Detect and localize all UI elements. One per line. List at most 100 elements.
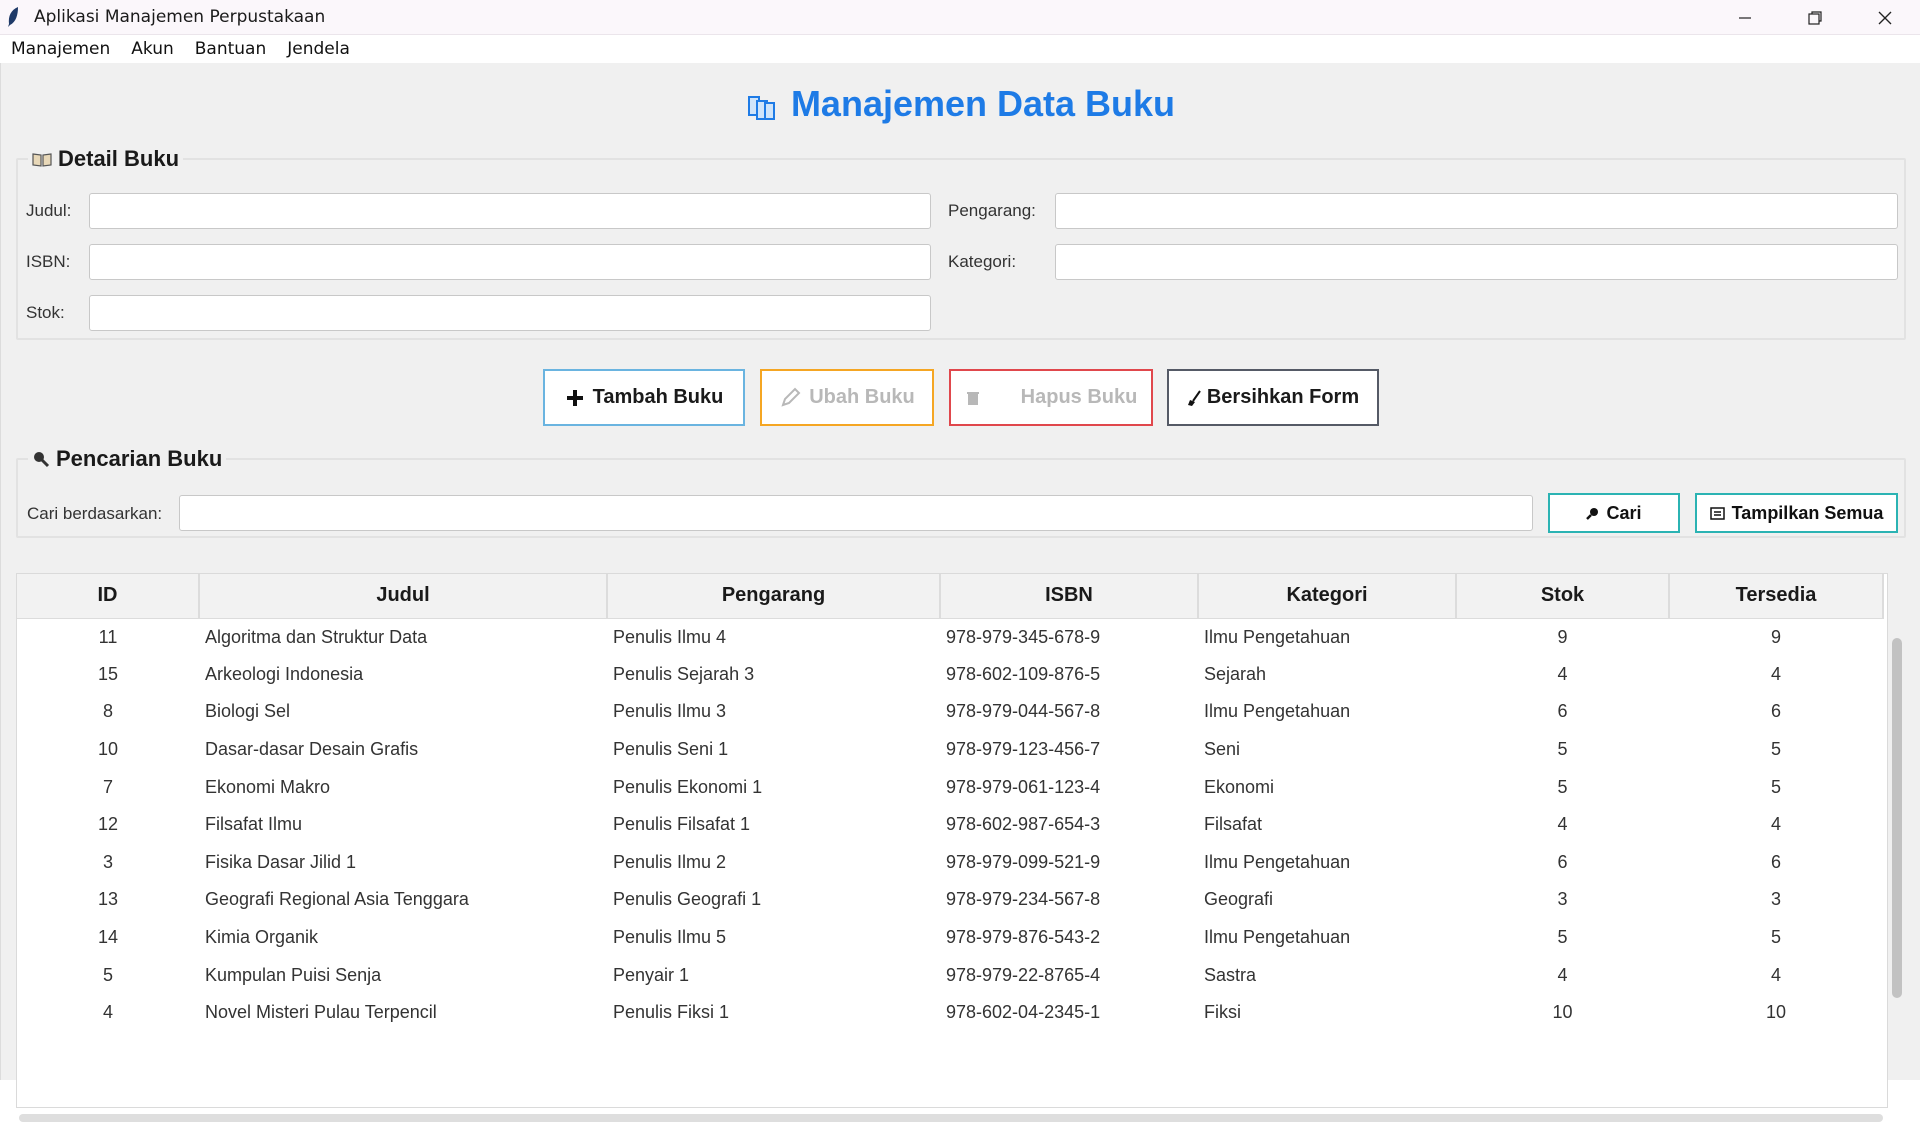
pengarang-field[interactable] <box>1055 193 1898 229</box>
cell-judul: Geografi Regional Asia Tenggara <box>205 889 469 910</box>
vertical-scrollbar[interactable] <box>1892 638 1902 998</box>
table-row[interactable]: 13 Geografi Regional Asia Tenggara Penulis… <box>17 881 1883 919</box>
cell-kategori: Geografi <box>1204 889 1274 910</box>
isbn-field[interactable] <box>89 244 931 280</box>
close-button[interactable] <box>1850 0 1920 35</box>
column-header-judul[interactable]: Judul <box>199 574 608 619</box>
cell-judul: Algoritma dan Struktur Data <box>205 626 428 647</box>
restore-button[interactable] <box>1780 0 1850 35</box>
search-input[interactable] <box>179 495 1533 531</box>
horizontal-scrollbar[interactable] <box>19 1114 1883 1122</box>
cell-pengarang: Penulis Ilmu 4 <box>613 626 727 647</box>
column-header-pengarang[interactable]: Pengarang <box>607 574 941 619</box>
open-book-icon <box>32 153 52 167</box>
table-row[interactable]: 15 Arkeologi Indonesia Penulis Sejarah 3 97… <box>17 656 1883 694</box>
cell-id: 12 <box>97 814 119 835</box>
restore-icon <box>1808 10 1822 25</box>
trash-icon <box>966 391 979 405</box>
cell-tersedia: 4 <box>1770 814 1781 835</box>
table-row[interactable]: 7 Ekonomi Makro Penulis Ekonomi 1 978-979-0… <box>17 768 1883 806</box>
cell-judul: Novel Misteri Pulau Terpencil <box>205 1002 437 1023</box>
column-header-id[interactable]: ID <box>17 574 200 619</box>
cell-id: 10 <box>97 739 119 760</box>
cell-kategori: Filsafat <box>1204 814 1263 835</box>
main-panel: Manajemen Data Buku Detail Buku Judul: P… <box>0 63 1920 1122</box>
cell-tersedia: 5 <box>1770 927 1781 948</box>
cell-pengarang: Penulis Fiksi 1 <box>613 1002 730 1023</box>
kategori-field[interactable] <box>1055 244 1898 280</box>
column-header-isbn[interactable]: ISBN <box>940 574 1199 619</box>
cell-tersedia: 6 <box>1770 851 1781 872</box>
cell-pengarang: Penulis Sejarah 3 <box>613 663 755 684</box>
cell-judul: Kimia Organik <box>205 927 319 948</box>
column-header-tersedia[interactable]: Tersedia <box>1669 574 1884 619</box>
cell-id: 4 <box>102 1002 113 1023</box>
list-icon <box>1709 507 1725 520</box>
cell-tersedia: 9 <box>1770 626 1781 647</box>
table-row[interactable]: 10 Dasar-dasar Desain Grafis Penulis Seni … <box>17 731 1883 769</box>
cell-kategori: Ilmu Pengetahuan <box>1204 626 1351 647</box>
search-icon <box>1586 508 1599 520</box>
minimize-button[interactable] <box>1710 0 1780 35</box>
judul-field[interactable] <box>89 193 931 229</box>
table-row[interactable]: 3 Fisika Dasar Jilid 1 Penulis Ilmu 2 978-9… <box>17 844 1883 882</box>
menu-manajemen[interactable]: Manajemen <box>3 39 118 59</box>
cari-berdasarkan-label: Cari berdasarkan: <box>27 504 163 523</box>
cell-isbn: 978-979-099-521-9 <box>946 851 1101 872</box>
cell-tersedia: 10 <box>1765 1002 1787 1023</box>
table-row[interactable]: 4 Novel Misteri Pulau Terpencil Penulis Fi… <box>17 994 1883 1032</box>
cell-isbn: 978-602-109-876-5 <box>946 663 1101 684</box>
books-table: ID Judul Pengarang ISBN Kategori Stok Te… <box>16 573 1888 1108</box>
cell-stok: 6 <box>1557 851 1568 872</box>
cell-id: 7 <box>102 776 113 797</box>
cell-isbn: 978-979-22-8765-4 <box>946 964 1101 985</box>
stok-field[interactable] <box>89 295 931 331</box>
cell-id: 13 <box>97 889 119 910</box>
bersihkan-form-button[interactable]: Bersihkan Form <box>1167 369 1379 426</box>
page-title-text: Manajemen Data Buku <box>790 83 1176 124</box>
detail-buku-legend: Detail Buku <box>28 146 184 172</box>
cell-isbn: 978-979-061-123-4 <box>946 776 1101 797</box>
menu-akun[interactable]: Akun <box>123 39 182 59</box>
cell-kategori: Ilmu Pengetahuan <box>1204 701 1351 722</box>
cell-isbn: 978-979-876-543-2 <box>946 927 1101 948</box>
table-header-row: ID Judul Pengarang ISBN Kategori Stok Te… <box>17 574 1884 619</box>
page-title: Manajemen Data Buku <box>1 83 1920 125</box>
table-row[interactable]: 11 Algoritma dan Struktur Data Penulis Ilm… <box>17 618 1883 656</box>
ubah-buku-button[interactable]: Ubah Buku <box>760 369 934 426</box>
window-title: Aplikasi Manajemen Perpustakaan <box>34 7 326 27</box>
cari-button[interactable]: Cari <box>1548 493 1680 533</box>
cell-judul: Filsafat Ilmu <box>205 814 303 835</box>
cell-stok: 9 <box>1557 626 1568 647</box>
broom-icon <box>1187 389 1201 406</box>
menu-jendela[interactable]: Jendela <box>279 39 358 59</box>
menu-bantuan[interactable]: Bantuan <box>187 39 275 59</box>
title-bar: Aplikasi Manajemen Perpustakaan <box>0 0 1920 35</box>
cell-tersedia: 5 <box>1770 776 1781 797</box>
tampilkan-semua-button[interactable]: Tampilkan Semua <box>1695 493 1898 533</box>
cell-id: 5 <box>102 964 113 985</box>
books-icon <box>747 96 775 120</box>
close-icon <box>1878 11 1892 24</box>
table-row[interactable]: 12 Filsafat Ilmu Penulis Filsafat 1 978-602… <box>17 806 1883 844</box>
cell-id: 11 <box>98 626 118 647</box>
cell-kategori: Ekonomi <box>1204 776 1275 797</box>
table-row[interactable]: 5 Kumpulan Puisi Senja Penyair 1 978-979-22… <box>17 956 1883 994</box>
column-header-kategori[interactable]: Kategori <box>1198 574 1457 619</box>
cell-stok: 4 <box>1557 663 1568 684</box>
cell-stok: 5 <box>1557 776 1568 797</box>
table-row[interactable]: 14 Kimia Organik Penulis Ilmu 5 978-979-876… <box>17 919 1883 957</box>
cell-judul: Biologi Sel <box>205 701 291 722</box>
cell-tersedia: 4 <box>1770 663 1781 684</box>
table-row[interactable]: 8 Biologi Sel Penulis Ilmu 3 978-979-044-56… <box>17 693 1883 731</box>
column-header-stok[interactable]: Stok <box>1456 574 1670 619</box>
tambah-buku-button[interactable]: Tambah Buku <box>543 369 745 426</box>
hapus-buku-button[interactable]: Hapus Buku <box>949 369 1153 426</box>
pengarang-label: Pengarang: <box>948 201 1036 220</box>
cell-judul: Kumpulan Puisi Senja <box>205 964 382 985</box>
judul-label: Judul: <box>26 201 72 220</box>
cell-isbn: 978-979-044-567-8 <box>946 701 1101 722</box>
kategori-label: Kategori: <box>948 252 1017 271</box>
cell-stok: 5 <box>1557 927 1568 948</box>
cell-tersedia: 6 <box>1770 701 1781 722</box>
